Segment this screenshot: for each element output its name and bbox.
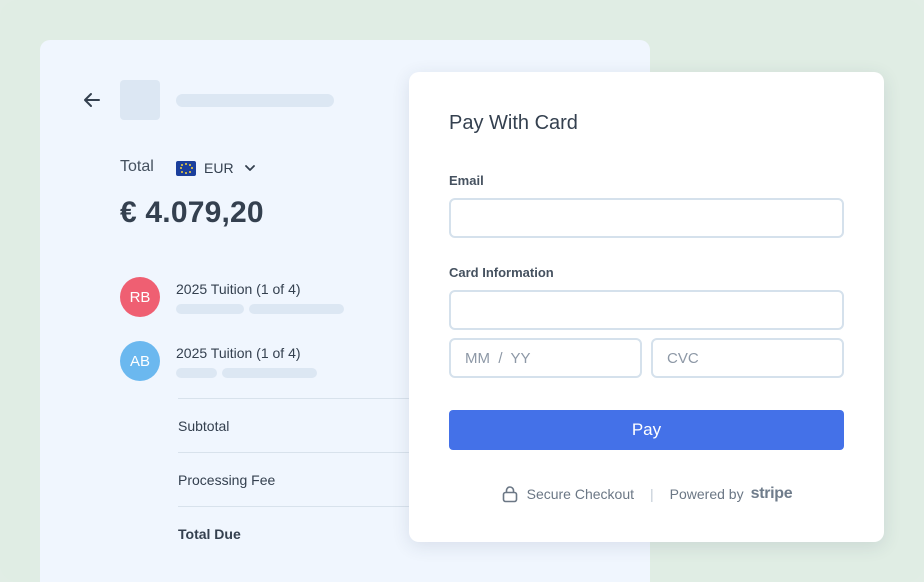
arrow-left-icon <box>84 93 100 107</box>
line-item-placeholder <box>176 368 217 378</box>
checkout-footer: Secure Checkout | Powered by stripe <box>409 484 884 504</box>
line-item-title: 2025 Tuition (1 of 4) <box>176 345 301 361</box>
email-label: Email <box>449 173 484 188</box>
subtotal-label: Subtotal <box>178 417 230 434</box>
merchant-logo-placeholder <box>120 80 160 120</box>
total-due-label: Total Due <box>178 525 241 542</box>
line-item-placeholder <box>249 304 344 314</box>
payment-card: Pay With Card Email Card Information Pay… <box>409 72 884 542</box>
cvc-field[interactable] <box>651 338 844 378</box>
line-item-title: 2025 Tuition (1 of 4) <box>176 281 301 297</box>
merchant-name-placeholder <box>176 94 334 107</box>
currency-selector[interactable]: EUR <box>176 158 256 178</box>
subtotal-row: Subtotal <box>178 398 410 452</box>
avatar: AB <box>120 341 160 381</box>
card-number-field[interactable] <box>449 290 844 330</box>
processing-fee-row: Processing Fee <box>178 452 410 506</box>
email-field[interactable] <box>449 198 844 238</box>
powered-by-text: Powered by <box>669 486 744 502</box>
pay-button[interactable]: Pay <box>449 410 844 450</box>
chevron-down-icon <box>244 165 255 171</box>
secure-checkout-text: Secure Checkout <box>526 486 635 502</box>
line-item-placeholder <box>176 304 244 314</box>
lock-icon <box>501 485 519 503</box>
expiry-field[interactable] <box>449 338 642 378</box>
processing-fee-label: Processing Fee <box>178 471 276 488</box>
back-button[interactable] <box>80 88 104 112</box>
total-amount: € 4.079,20 <box>120 196 264 229</box>
line-item-placeholder <box>222 368 317 378</box>
total-label: Total <box>120 158 154 175</box>
list-item: RB 2025 Tuition (1 of 4) <box>120 277 420 317</box>
card-information-label: Card Information <box>449 265 554 280</box>
card-title: Pay With Card <box>449 112 578 134</box>
list-item: AB 2025 Tuition (1 of 4) <box>120 341 420 381</box>
eu-flag-icon <box>176 160 196 176</box>
footer-divider: | <box>650 486 654 502</box>
stripe-logo[interactable]: stripe <box>751 485 793 503</box>
currency-code: EUR <box>204 160 234 176</box>
total-due-row: Total Due <box>178 506 410 560</box>
avatar: RB <box>120 277 160 317</box>
